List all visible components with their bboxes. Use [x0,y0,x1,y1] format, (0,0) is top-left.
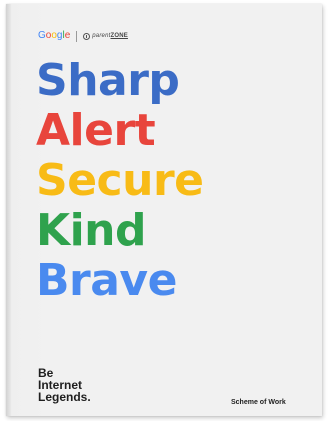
be-internet-legends-logo: Be Internet Legends. [38,367,91,403]
cover-spine [6,4,11,416]
google-letter: G [38,30,46,41]
parent-zone-mark-icon [83,32,91,40]
headline-word-alert: Alert [36,105,156,156]
document-cover: Google parent ZONE Sharp Alert Secure Ki… [6,4,322,416]
brand-divider [76,30,78,42]
google-letter: e [64,30,71,41]
brand-row: Google parent ZONE [38,29,128,43]
headline-word-kind: Kind [36,205,147,256]
logo-line-legends: Legends. [38,390,91,404]
headline-word-sharp: Sharp [36,55,180,106]
headline-word-secure: Secure [36,155,204,206]
headline-words: Sharp Alert Secure Kind Brave [36,55,204,306]
document-type-label: Scheme of Work [231,399,286,406]
parent-zone-text: parent [92,33,111,39]
headline-word-brave: Brave [36,255,177,306]
google-logo: Google [38,29,70,43]
parent-zone-logo: parent ZONE [83,32,128,40]
parent-zone-text-bold: ZONE [110,33,128,39]
page: Google parent ZONE Sharp Alert Secure Ki… [0,0,328,421]
